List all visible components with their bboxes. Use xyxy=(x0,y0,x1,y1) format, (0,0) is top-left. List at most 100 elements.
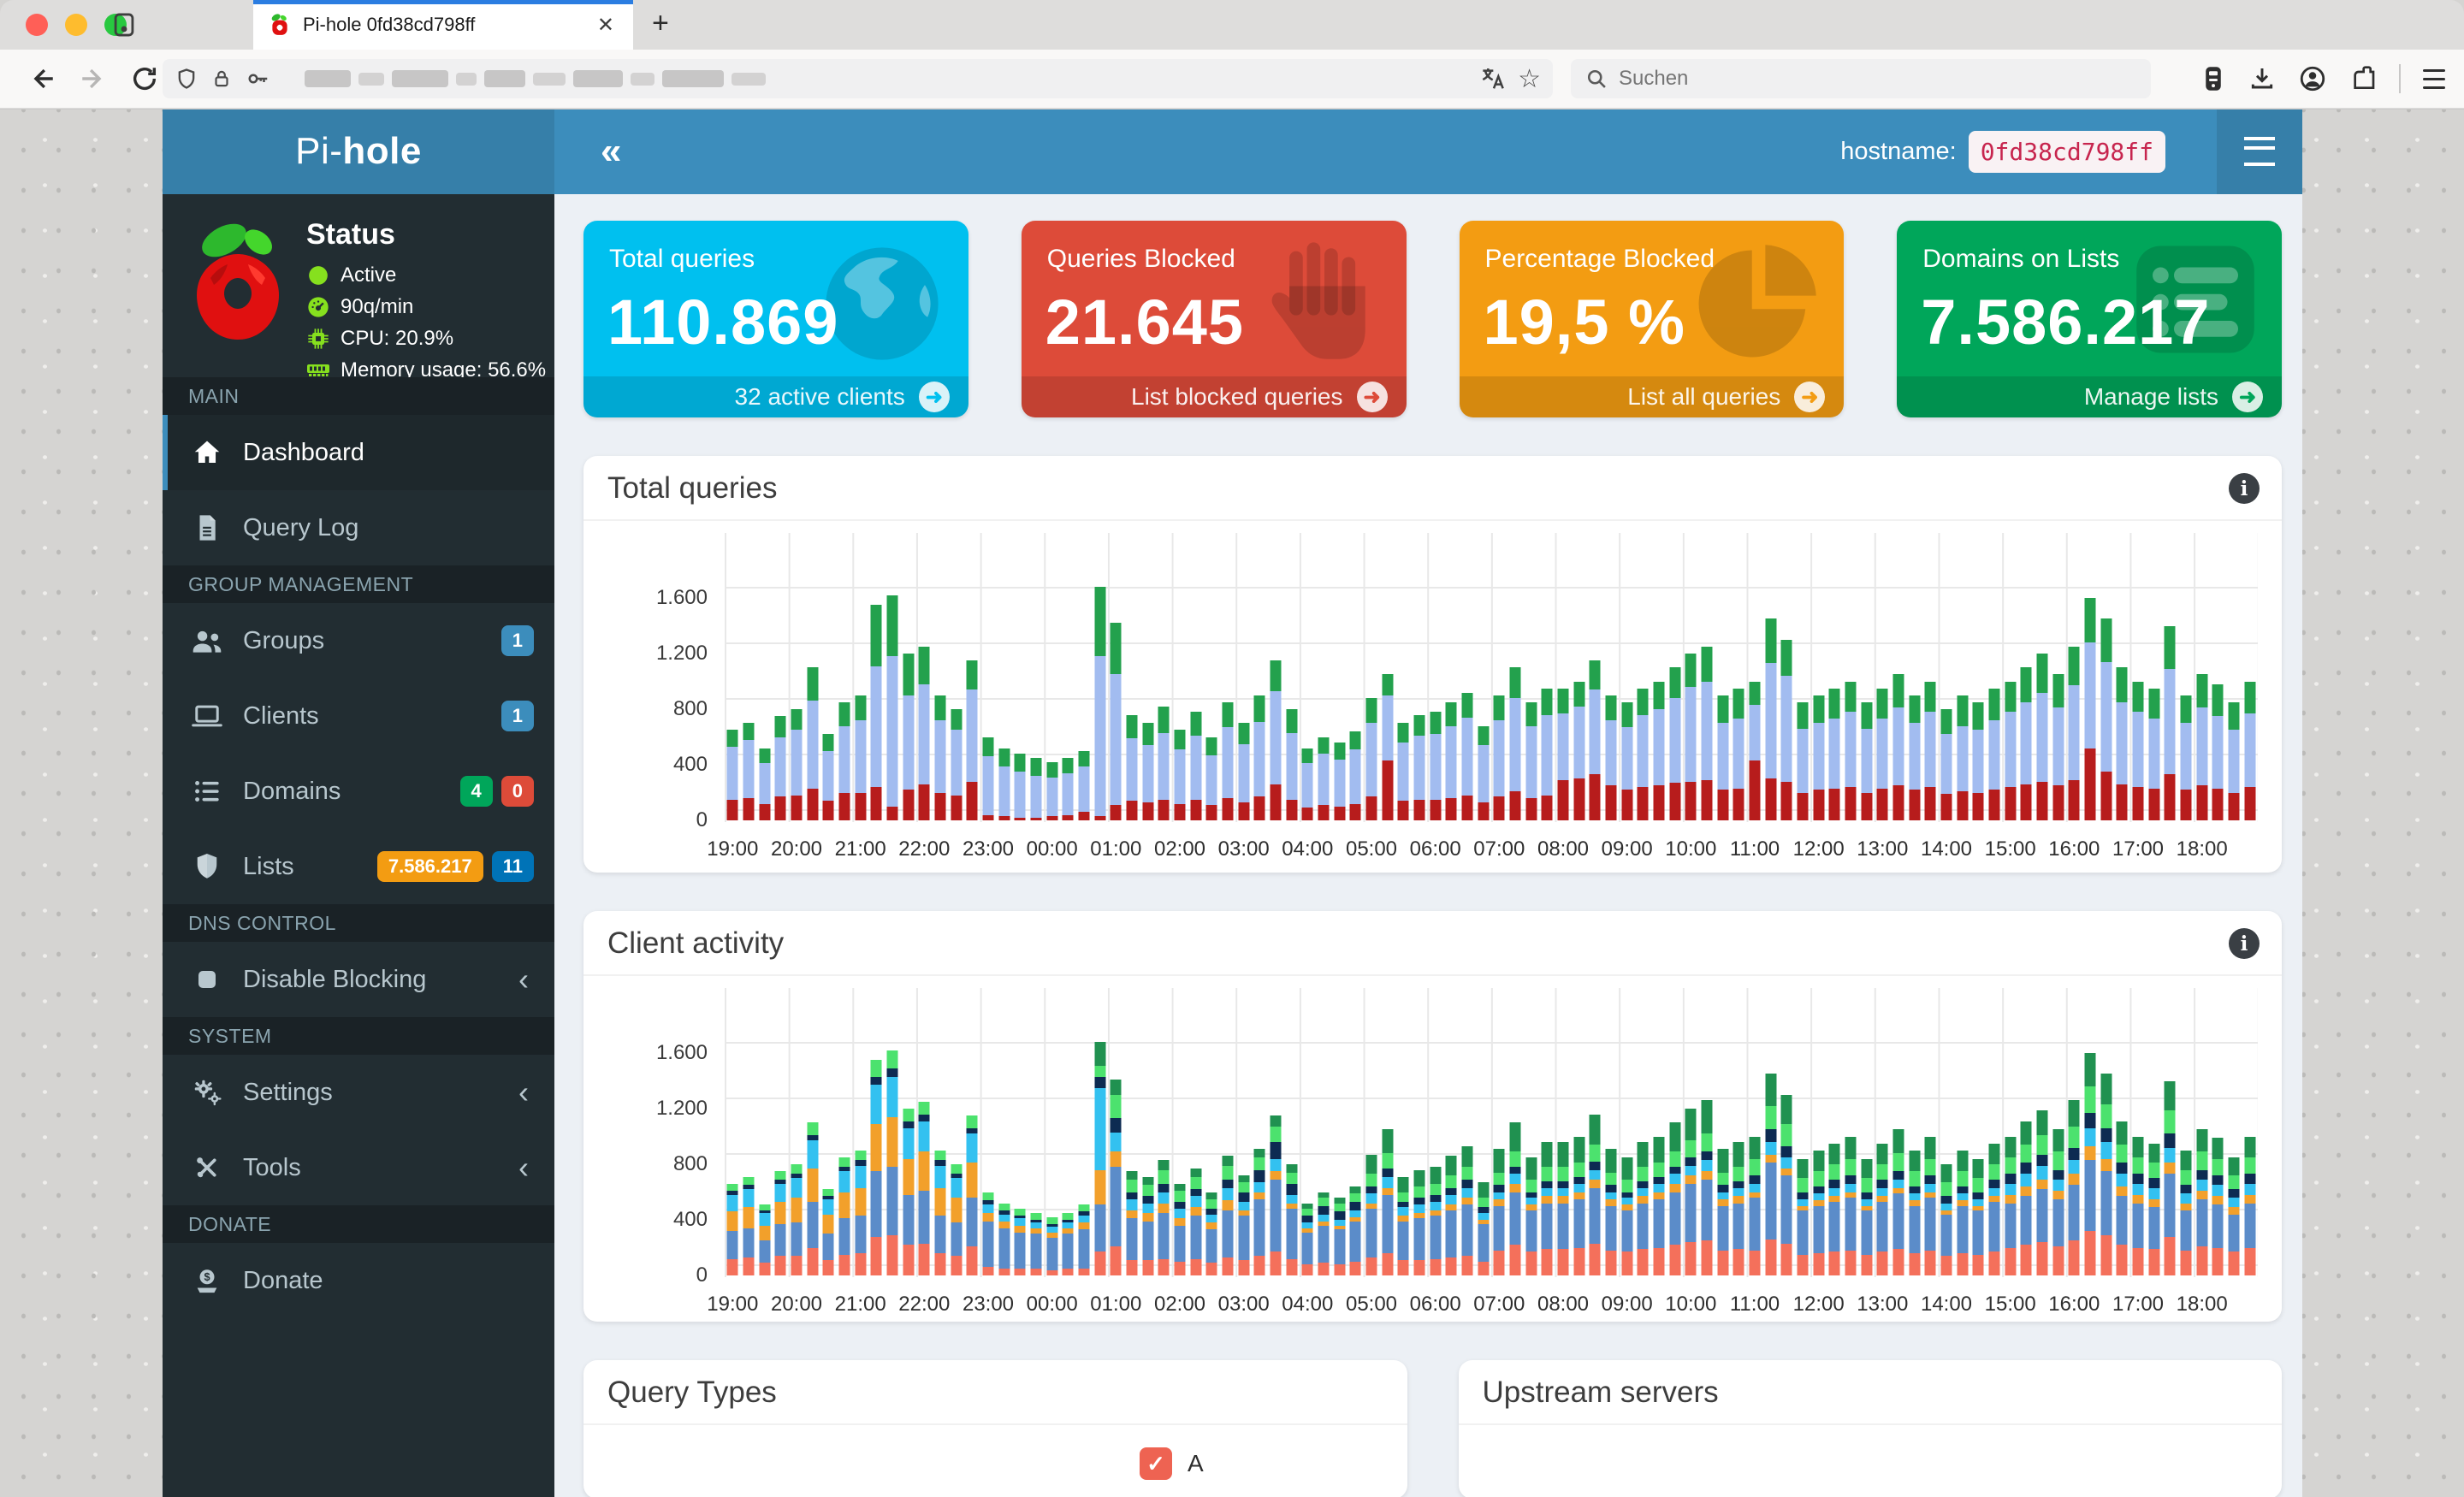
chart-bar xyxy=(1253,695,1265,820)
browser-tab[interactable]: Pi-hole 0fd38cd798ff ✕ xyxy=(253,0,633,50)
browser-sidebar-icon[interactable] xyxy=(110,10,139,39)
chart-bar xyxy=(1349,1186,1361,1275)
browser-menu-icon[interactable] xyxy=(2423,68,2445,89)
pihole-brand[interactable]: Pi-hole xyxy=(163,109,554,194)
sidebar-item-disable-blocking[interactable]: Disable Blocking ‹ xyxy=(163,942,554,1017)
back-icon[interactable] xyxy=(27,64,56,93)
chart-bar xyxy=(1094,587,1106,820)
card-footer-link[interactable]: List all queries ➜ xyxy=(1459,376,1845,417)
x-axis-label: 03:00 xyxy=(1217,1293,1270,1316)
sidebar-item-lists[interactable]: Lists 7.586.217 11 xyxy=(163,829,554,904)
chart-bar xyxy=(1445,1156,1457,1275)
status-row: CPU: 20.9% xyxy=(306,327,546,351)
chart-bar xyxy=(2020,667,2032,820)
card-total-queries: Total queries 110.869 32 active clients ➜ xyxy=(583,221,968,417)
sidebar-item-donate[interactable]: $ Donate xyxy=(163,1243,554,1318)
card-footer-link[interactable]: List blocked queries ➜ xyxy=(1021,376,1407,417)
chart-bar xyxy=(1493,695,1505,820)
search-placeholder: Suchen xyxy=(1619,67,1689,90)
panel-title: Client activity xyxy=(607,926,785,960)
chart-bar xyxy=(1382,1129,1394,1275)
info-icon[interactable]: i xyxy=(2229,473,2260,504)
arrow-circle-icon: ➜ xyxy=(1356,382,1388,412)
total-queries-chart[interactable]: 19:00 20:00 21:00 22:00 23:00 00:00 01:00 02:00… xyxy=(656,533,2258,870)
x-axis-label: 12:00 xyxy=(1792,837,1845,861)
sidebar-item-settings[interactable]: Settings ‹ xyxy=(163,1055,554,1130)
tools-icon xyxy=(188,1153,226,1182)
chart-bar xyxy=(951,709,962,820)
tab-close-icon[interactable]: ✕ xyxy=(594,13,618,38)
url-bar[interactable]: ☆ xyxy=(163,59,1553,98)
device-reader-icon[interactable] xyxy=(2200,64,2226,93)
checkbox-a[interactable]: ✓ xyxy=(1140,1447,1172,1480)
new-tab-button[interactable]: + xyxy=(652,7,669,40)
chart-bar xyxy=(1957,695,1969,820)
chart-bar xyxy=(1909,695,1921,820)
chart-bar xyxy=(1142,723,1154,820)
sidebar-item-tools[interactable]: Tools ‹ xyxy=(163,1130,554,1205)
sidebar-item-domains[interactable]: Domains 4 0 xyxy=(163,754,554,829)
chart-bar xyxy=(1158,706,1170,820)
client-activity-chart[interactable]: 19:00 20:00 21:00 22:00 23:00 00:00 01:00 02:00… xyxy=(656,988,2258,1325)
chart-bar xyxy=(1653,681,1665,820)
card-footer-link[interactable]: Manage lists ➜ xyxy=(1897,376,2282,417)
info-icon[interactable]: i xyxy=(2229,928,2260,959)
chart-bar xyxy=(2084,1053,2096,1275)
x-axis-label: 13:00 xyxy=(1857,837,1909,861)
extension-icon[interactable] xyxy=(2349,65,2377,92)
chart-bar xyxy=(1158,1160,1170,1275)
sidebar-item-label: Query Log xyxy=(243,513,359,541)
window-minimize-button[interactable] xyxy=(65,14,87,36)
legend-label: A xyxy=(1188,1450,1204,1476)
sidebar-item-label: Clients xyxy=(243,701,319,730)
card-footer-link[interactable]: 32 active clients ➜ xyxy=(583,376,968,417)
browser-chrome: Pi-hole 0fd38cd798ff ✕ + ☆ Suchen xyxy=(0,0,2464,109)
chart-bar xyxy=(1126,1171,1138,1275)
sidebar-item-dashboard[interactable]: Dashboard xyxy=(163,415,554,490)
count-badge: 0 xyxy=(500,776,534,807)
chart-bar xyxy=(1988,688,2000,820)
chart-bar xyxy=(1589,660,1601,820)
chart-bar xyxy=(822,1189,834,1275)
chart-bar xyxy=(1190,712,1202,820)
query-type-legend-item[interactable]: ✓ A xyxy=(1140,1447,1204,1480)
x-axis-label: 07:00 xyxy=(1473,1293,1525,1316)
key-icon[interactable] xyxy=(245,66,270,92)
reload-icon[interactable] xyxy=(130,64,159,93)
desktop: { "browser": { "tab": {"title": "Pi-hole… xyxy=(0,0,2464,1497)
chart-bar xyxy=(1765,618,1777,820)
sidebar-item-clients[interactable]: Clients 1 xyxy=(163,678,554,754)
x-axis-label: 02:00 xyxy=(1153,1293,1206,1316)
toolbar-right-icons xyxy=(2200,50,2445,108)
x-axis-label: 04:00 xyxy=(1282,1293,1334,1316)
lock-icon[interactable] xyxy=(210,66,233,92)
chart-bar xyxy=(998,1203,1010,1275)
search-bar[interactable]: Suchen xyxy=(1571,59,2151,98)
window-close-button[interactable] xyxy=(26,14,48,36)
chart-bar xyxy=(2244,681,2256,820)
svg-text:$: $ xyxy=(204,1270,210,1283)
chart-bar xyxy=(2180,695,2192,820)
translate-icon[interactable] xyxy=(1478,65,1506,92)
x-axis-label: 20:00 xyxy=(770,1293,823,1316)
forward-icon[interactable] xyxy=(79,64,108,93)
tracking-shield-icon[interactable] xyxy=(175,66,198,92)
chart-bar xyxy=(1701,1100,1713,1275)
account-icon[interactable] xyxy=(2298,64,2327,93)
status-row-label: 90q/min xyxy=(341,295,414,318)
status-title: Status xyxy=(306,218,395,251)
card-footer-label: Manage lists xyxy=(2083,383,2218,410)
chart-bar xyxy=(791,709,803,820)
x-axis-label: 08:00 xyxy=(1537,837,1590,861)
sidebar-item-query-log[interactable]: Query Log xyxy=(163,490,554,565)
download-icon[interactable] xyxy=(2248,65,2276,92)
chart-bar xyxy=(1845,681,1857,820)
chart-bar xyxy=(1589,1114,1601,1275)
x-axis-label: 11:00 xyxy=(1729,1293,1780,1316)
bookmark-star-icon[interactable]: ☆ xyxy=(1518,64,1541,94)
chart-bar xyxy=(2212,1138,2224,1275)
chart-bar xyxy=(1940,709,1952,820)
chart-bar xyxy=(1493,1149,1505,1275)
chart-bar xyxy=(1717,1149,1729,1275)
sidebar-item-groups[interactable]: Groups 1 xyxy=(163,603,554,678)
